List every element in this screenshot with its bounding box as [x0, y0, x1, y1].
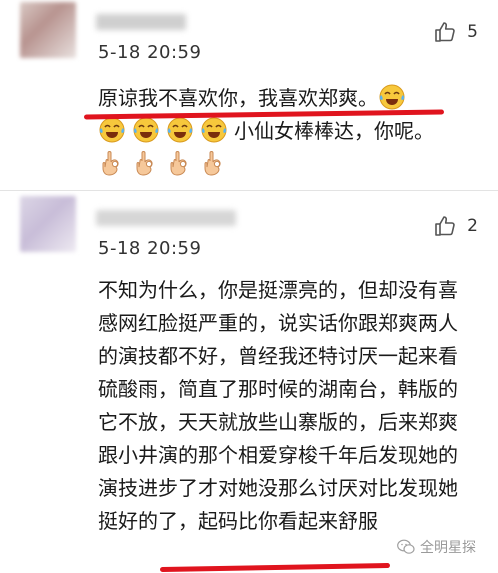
- like-count: 2: [467, 216, 478, 236]
- tears-of-joy-emoji-icon: [201, 117, 227, 143]
- ok-hand-emoji-icon: [102, 151, 119, 176]
- comment-text: 原谅我不喜欢你，我喜欢郑爽。 小仙女棒棒达，你呢。: [98, 82, 468, 181]
- like-button[interactable]: 2: [433, 214, 478, 238]
- emoji-row: [98, 148, 468, 181]
- ok-hand-emoji-icon: [170, 151, 187, 176]
- comment-timestamp: 5-18 20:59: [98, 42, 202, 63]
- watermark: 全明星探: [397, 537, 476, 557]
- watermark-label: 全明星探: [420, 540, 476, 556]
- like-button[interactable]: 5: [433, 20, 478, 44]
- ok-hand-emoji-icon: [136, 151, 153, 176]
- comment-text: 不知为什么，你是挺漂亮的，但却没有喜感网红脸挺严重的，说实话你跟郑爽两人的演技都…: [98, 278, 458, 533]
- avatar[interactable]: [20, 196, 76, 252]
- comment-card: 5-18 20:59 2 不知为什么，你是挺漂亮的，但却没有喜感网红脸挺严重的，…: [0, 190, 498, 573]
- emoji-row: 小仙女棒棒达，你呢。: [98, 115, 468, 148]
- avatar[interactable]: [20, 2, 76, 58]
- comment-card: 5-18 20:59 5 原谅我不喜欢你，我喜欢郑爽。 小仙女棒棒达，你呢。: [0, 0, 498, 190]
- username-blurred[interactable]: [96, 14, 186, 30]
- comment-timestamp: 5-18 20:59: [98, 238, 202, 259]
- tears-of-joy-emoji-icon: [167, 117, 193, 143]
- tears-of-joy-emoji-icon: [379, 84, 405, 110]
- tears-of-joy-emoji-icon: [99, 117, 125, 143]
- like-count: 5: [467, 22, 478, 42]
- tears-of-joy-emoji-icon: [133, 117, 159, 143]
- username-blurred[interactable]: [96, 210, 236, 226]
- wechat-icon: [397, 539, 415, 554]
- comment-text-line: 原谅我不喜欢你，我喜欢郑爽。: [98, 86, 378, 110]
- thumbs-up-icon: [435, 22, 455, 42]
- ok-hand-emoji-icon: [204, 151, 221, 176]
- comment-text-line: 小仙女棒棒达，你呢。: [234, 119, 434, 143]
- thumbs-up-icon: [435, 216, 455, 236]
